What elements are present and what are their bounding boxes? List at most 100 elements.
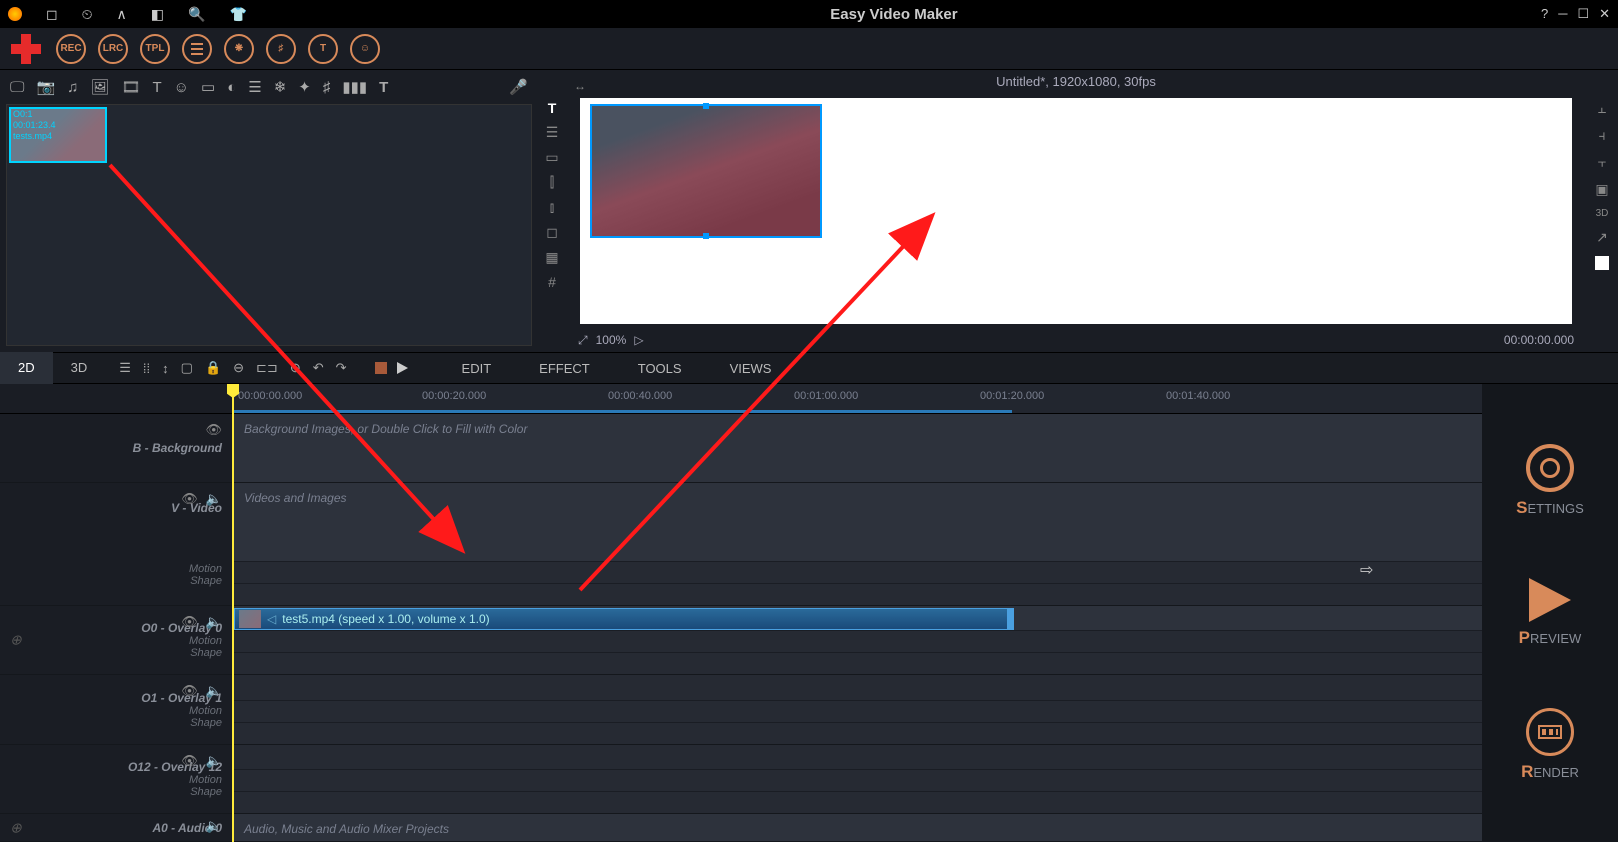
box-icon[interactable]: ▣	[1595, 181, 1608, 198]
tune-icon[interactable]: ♯	[323, 79, 331, 96]
stop-button[interactable]	[375, 362, 387, 374]
rec-button[interactable]: REC	[56, 34, 86, 64]
emoji-icon[interactable]: ☺	[174, 79, 189, 96]
text-style-button[interactable]: T	[308, 34, 338, 64]
visibility-icon[interactable]: 👁	[205, 422, 222, 438]
mute-icon[interactable]: 🔈	[206, 818, 222, 834]
add-media-button[interactable]	[8, 31, 44, 67]
media-bin[interactable]: O0:1 00:01:23.4 tests.mp4	[6, 104, 532, 346]
lrc-button[interactable]: LRC	[98, 34, 128, 64]
layers-icon[interactable]: ▭	[545, 149, 558, 166]
mic-icon[interactable]: 🎤	[509, 78, 528, 96]
contrast-icon[interactable]: ◧	[151, 6, 164, 23]
preview-button[interactable]: PREVIEW	[1519, 578, 1582, 648]
undo-icon[interactable]: ↶	[313, 360, 324, 376]
screen-icon[interactable]: 🖵	[10, 79, 24, 96]
zoomout-icon[interactable]: ⊖	[233, 360, 244, 376]
user-button[interactable]: ☺	[350, 34, 380, 64]
shirt-icon[interactable]: 👕	[229, 6, 246, 23]
chart-icon[interactable]: ⫿	[550, 174, 554, 191]
snap-icon[interactable]: ⫠	[1598, 100, 1606, 117]
search-icon[interactable]: 🔍	[188, 6, 205, 23]
battery-icon[interactable]: ▭	[201, 78, 215, 96]
render-button[interactable]: RENDER	[1521, 708, 1579, 782]
tpl-button[interactable]: TPL	[140, 34, 170, 64]
snow-icon[interactable]: ❄	[274, 78, 287, 96]
track-body-audio-0[interactable]: Audio, Music and Audio Mixer Projects	[232, 814, 1482, 841]
track-body-overlay-12[interactable]	[232, 745, 1482, 813]
align-h-icon[interactable]: ⫞	[1599, 127, 1606, 144]
grid2-icon[interactable]: #	[548, 274, 556, 290]
resize-handle-icon[interactable]: ↔	[574, 74, 586, 98]
preview-play-icon[interactable]: ▷	[634, 333, 643, 347]
expand-timeline-icon[interactable]: ⇨	[1360, 560, 1373, 580]
puzzle-icon[interactable]: ✦	[298, 78, 311, 96]
track-body-overlay-1[interactable]	[232, 675, 1482, 743]
marker-icon[interactable]: ⏲	[82, 6, 93, 23]
move-icon[interactable]: ↗	[1596, 229, 1608, 246]
threed-icon[interactable]: 3D	[1596, 208, 1609, 219]
frame-icon[interactable]: ▢	[181, 360, 193, 376]
menu-edit[interactable]: EDIT	[462, 361, 492, 376]
flower-button[interactable]: ❋	[224, 34, 254, 64]
preview-clip-frame[interactable]	[590, 104, 822, 238]
add-track-icon[interactable]: ⊕	[10, 819, 22, 836]
color-swatch[interactable]	[1595, 256, 1609, 270]
filmstrip-icon[interactable]: 🎞	[121, 78, 140, 96]
list-view-icon[interactable]: ☰	[119, 360, 131, 376]
align-v-icon[interactable]: ⫟	[1598, 154, 1606, 171]
visibility-icon[interactable]: 👁	[181, 683, 198, 699]
expand-icon[interactable]: ⤢	[578, 333, 588, 348]
updown-icon[interactable]: ↕	[162, 361, 169, 376]
timeline-clip[interactable]: ◁ test5.mp4 (speed x 1.00, volume x 1.0)	[234, 608, 1014, 630]
tab-3d[interactable]: 3D	[53, 352, 106, 384]
preview-canvas[interactable]	[580, 98, 1572, 324]
circle-half-icon[interactable]: ◐	[227, 79, 236, 96]
tab-2d[interactable]: 2D	[0, 352, 53, 384]
media-thumbnail[interactable]: O0:1 00:01:23.4 tests.mp4	[9, 107, 107, 163]
mute-icon[interactable]: 🔈	[206, 753, 222, 769]
help-icon[interactable]: ?	[1541, 6, 1548, 22]
close-icon[interactable]: ✕	[1599, 6, 1610, 22]
redo-icon[interactable]: ↷	[336, 360, 347, 376]
timeline-ruler[interactable]: 00:00:00.000 00:00:20.000 00:00:40.000 0…	[0, 384, 1482, 414]
menu-effect[interactable]: EFFECT	[539, 361, 590, 376]
bigtext-icon[interactable]: T	[379, 79, 388, 96]
menu-views[interactable]: VIEWS	[730, 361, 772, 376]
settings-button[interactable]: SETTINGS	[1516, 444, 1584, 518]
fit-icon[interactable]: ⊏⊐	[256, 360, 278, 376]
mute-icon[interactable]: 🔈	[206, 491, 222, 507]
music-icon[interactable]: ♫	[67, 79, 78, 96]
list-button[interactable]	[182, 34, 212, 64]
maximize-icon[interactable]: ☐	[1577, 6, 1589, 22]
align-icon[interactable]: ☰	[546, 124, 559, 141]
mute-icon[interactable]: 🔈	[206, 614, 222, 630]
track-body-video[interactable]: Videos and Images	[232, 483, 1482, 605]
bars-icon[interactable]: ▮▮▮	[342, 78, 367, 96]
image-icon[interactable]: 🖼	[90, 78, 109, 96]
stats-icon[interactable]: ⫾	[550, 199, 554, 216]
bookmark-icon[interactable]: ◻	[46, 6, 58, 23]
visibility-icon[interactable]: 👁	[181, 614, 198, 630]
text-tool-icon[interactable]: T	[548, 100, 557, 116]
zoomin-icon[interactable]: ⊕	[290, 360, 301, 376]
menu-tools[interactable]: TOOLS	[638, 361, 682, 376]
equalizer-button[interactable]: ♯	[266, 34, 296, 64]
text-icon[interactable]: T	[153, 79, 162, 96]
playhead[interactable]	[232, 384, 234, 842]
play-button[interactable]	[397, 362, 408, 374]
visibility-icon[interactable]: 👁	[181, 753, 198, 769]
lock-icon[interactable]: 🔒	[205, 360, 221, 376]
track-body-background[interactable]: Background Images, or Double Click to Fi…	[232, 414, 1482, 482]
clip-trim-handle[interactable]	[1007, 609, 1013, 629]
minimize-icon[interactable]: ─	[1558, 6, 1567, 22]
grid-view-icon[interactable]: ⁞⁞	[143, 361, 150, 376]
track-body-overlay-0[interactable]: ◁ test5.mp4 (speed x 1.00, volume x 1.0)	[232, 606, 1482, 674]
add-track-icon[interactable]: ⊕	[10, 632, 22, 649]
grid-icon[interactable]: ▦	[545, 249, 558, 266]
visibility-icon[interactable]: 👁	[181, 491, 198, 507]
crop-icon[interactable]: ◻	[546, 224, 558, 241]
pen-icon[interactable]: ∧	[117, 6, 127, 23]
camera-icon[interactable]: 📷	[36, 78, 55, 96]
mute-icon[interactable]: 🔈	[206, 683, 222, 699]
